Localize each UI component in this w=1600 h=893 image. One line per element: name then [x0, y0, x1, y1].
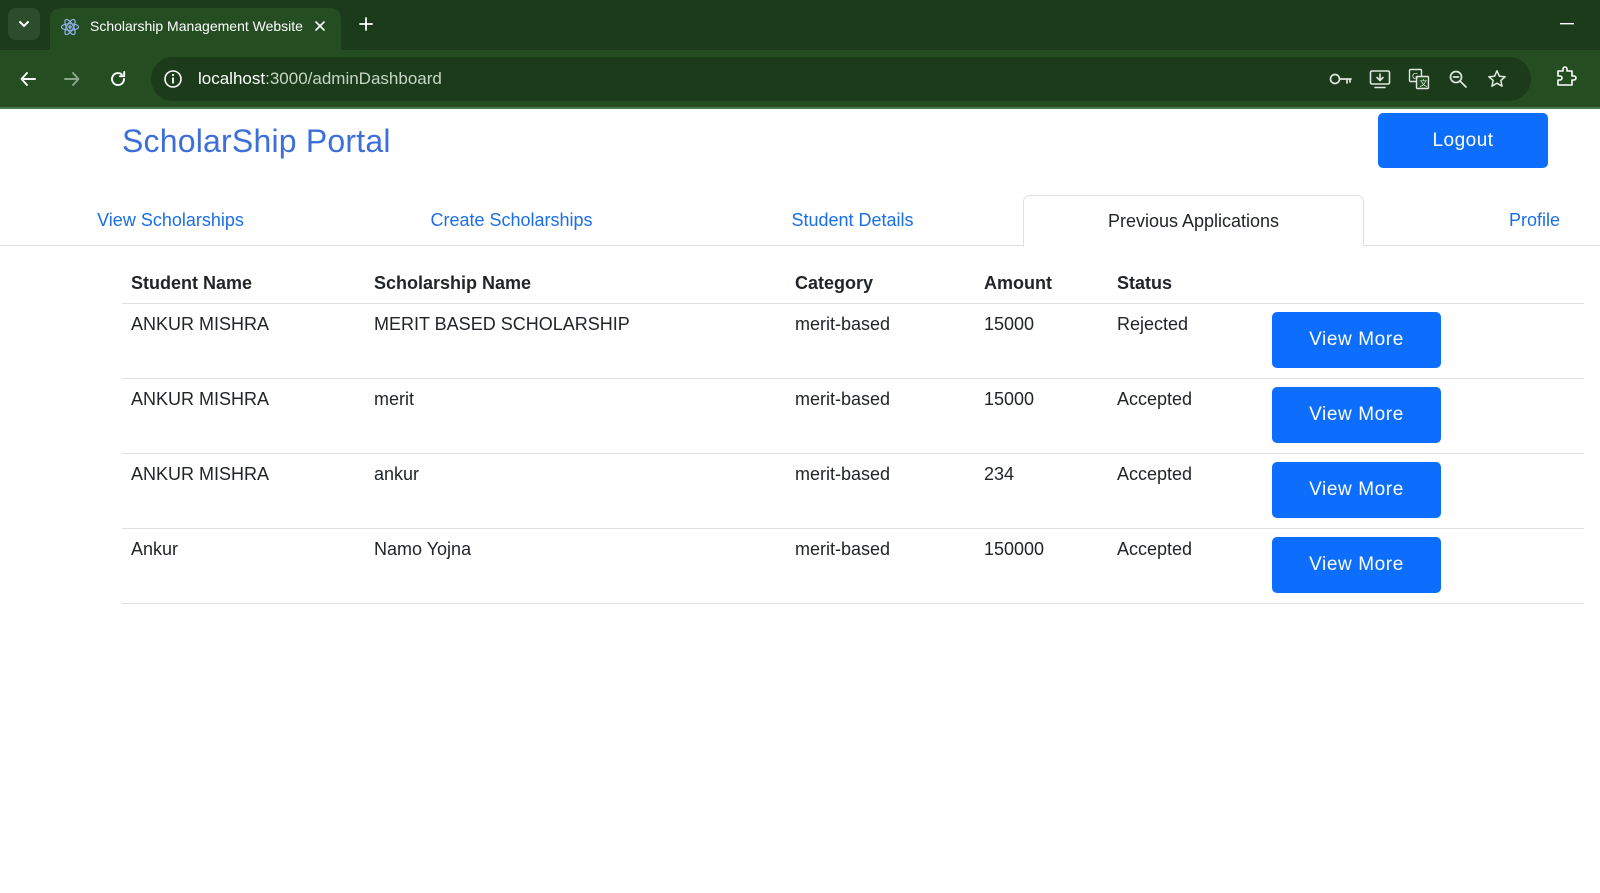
tab-profile[interactable]: Profile — [1364, 195, 1600, 246]
extensions-puzzle-icon[interactable] — [1553, 63, 1579, 89]
cell-action: View More — [1263, 453, 1584, 529]
table-row: ANKUR MISHRA MERIT BASED SCHOLARSHIP mer… — [122, 303, 1584, 379]
site-info-icon[interactable] — [161, 67, 185, 91]
table-header-row: Student Name Scholarship Name Category A… — [122, 264, 1584, 304]
cell-amount: 15000 — [975, 378, 1108, 454]
view-more-button[interactable]: View More — [1272, 461, 1441, 518]
zoom-icon[interactable] — [1446, 67, 1470, 91]
table-row: ANKUR MISHRA ankur merit-based 234 Accep… — [122, 453, 1584, 529]
bookmark-star-icon[interactable] — [1485, 67, 1509, 91]
install-app-icon[interactable] — [1368, 67, 1392, 91]
cell-category: merit-based — [786, 453, 975, 529]
header-amount: Amount — [975, 264, 1108, 304]
address-url: localhost:3000/adminDashboard — [198, 69, 442, 89]
cell-status: Accepted — [1108, 528, 1263, 604]
table-row: Ankur Namo Yojna merit-based 150000 Acce… — [122, 528, 1584, 604]
table-row: ANKUR MISHRA merit merit-based 15000 Acc… — [122, 378, 1584, 454]
header-category: Category — [786, 264, 975, 304]
cell-category: merit-based — [786, 378, 975, 454]
minimize-window-icon[interactable] — [1556, 16, 1578, 32]
tab-view-scholarships[interactable]: View Scholarships — [0, 195, 341, 246]
translate-icon[interactable]: G文 — [1407, 67, 1431, 91]
react-favicon-icon — [60, 18, 80, 36]
logout-button[interactable]: Logout — [1378, 113, 1548, 168]
close-tab-icon[interactable] — [311, 17, 329, 35]
header-student-name: Student Name — [122, 264, 365, 304]
applications-table-wrapper: Student Name Scholarship Name Category A… — [122, 264, 1584, 604]
cell-category: merit-based — [786, 528, 975, 604]
tab-create-scholarships[interactable]: Create Scholarships — [341, 195, 682, 246]
cell-status: Rejected — [1108, 303, 1263, 379]
cell-amount: 15000 — [975, 303, 1108, 379]
browser-toolbar: localhost:3000/adminDashboard G文 — [0, 50, 1600, 108]
cell-student-name: ANKUR MISHRA — [122, 303, 365, 379]
cell-action: View More — [1263, 303, 1584, 379]
tab-title: Scholarship Management Website — [90, 18, 303, 34]
reload-icon[interactable] — [102, 63, 134, 95]
password-key-icon[interactable] — [1329, 67, 1353, 91]
cell-action: View More — [1263, 378, 1584, 454]
cell-student-name: ANKUR MISHRA — [122, 453, 365, 529]
cell-amount: 234 — [975, 453, 1108, 529]
tab-search-button[interactable] — [8, 8, 40, 40]
chevron-down-icon — [19, 21, 29, 28]
url-path: :3000/adminDashboard — [265, 69, 442, 88]
applications-table: Student Name Scholarship Name Category A… — [122, 264, 1584, 604]
header-status: Status — [1108, 264, 1263, 304]
browser-tab[interactable]: Scholarship Management Website — [50, 8, 341, 50]
cell-scholarship-name: Namo Yojna — [365, 528, 786, 604]
header-scholarship-name: Scholarship Name — [365, 264, 786, 304]
cell-student-name: Ankur — [122, 528, 365, 604]
view-more-button[interactable]: View More — [1272, 536, 1441, 593]
header-actions — [1263, 264, 1584, 304]
back-arrow-icon[interactable] — [12, 63, 44, 95]
tab-previous-applications[interactable]: Previous Applications — [1023, 195, 1364, 247]
page-content: ScholarShip Portal Logout View Scholarsh… — [0, 109, 1600, 893]
browser-tabstrip: Scholarship Management Website — [0, 0, 1600, 50]
cell-status: Accepted — [1108, 378, 1263, 454]
view-more-button[interactable]: View More — [1272, 386, 1441, 443]
cell-student-name: ANKUR MISHRA — [122, 378, 365, 454]
brand-title[interactable]: ScholarShip Portal — [122, 123, 391, 160]
cell-scholarship-name: MERIT BASED SCHOLARSHIP — [365, 303, 786, 379]
cell-category: merit-based — [786, 303, 975, 379]
dashboard-tabs: View Scholarships Create Scholarships St… — [0, 195, 1600, 247]
cell-action: View More — [1263, 528, 1584, 604]
cell-scholarship-name: merit — [365, 378, 786, 454]
address-bar[interactable]: localhost:3000/adminDashboard G文 — [151, 57, 1531, 101]
cell-amount: 150000 — [975, 528, 1108, 604]
svg-text:G: G — [1412, 72, 1418, 81]
new-tab-plus-icon[interactable] — [354, 12, 378, 36]
url-host: localhost — [198, 69, 266, 88]
tab-student-details[interactable]: Student Details — [682, 195, 1023, 246]
cell-scholarship-name: ankur — [365, 453, 786, 529]
forward-arrow-icon[interactable] — [56, 63, 88, 95]
view-more-button[interactable]: View More — [1272, 311, 1441, 368]
cell-status: Accepted — [1108, 453, 1263, 529]
svg-text:文: 文 — [1420, 78, 1428, 88]
